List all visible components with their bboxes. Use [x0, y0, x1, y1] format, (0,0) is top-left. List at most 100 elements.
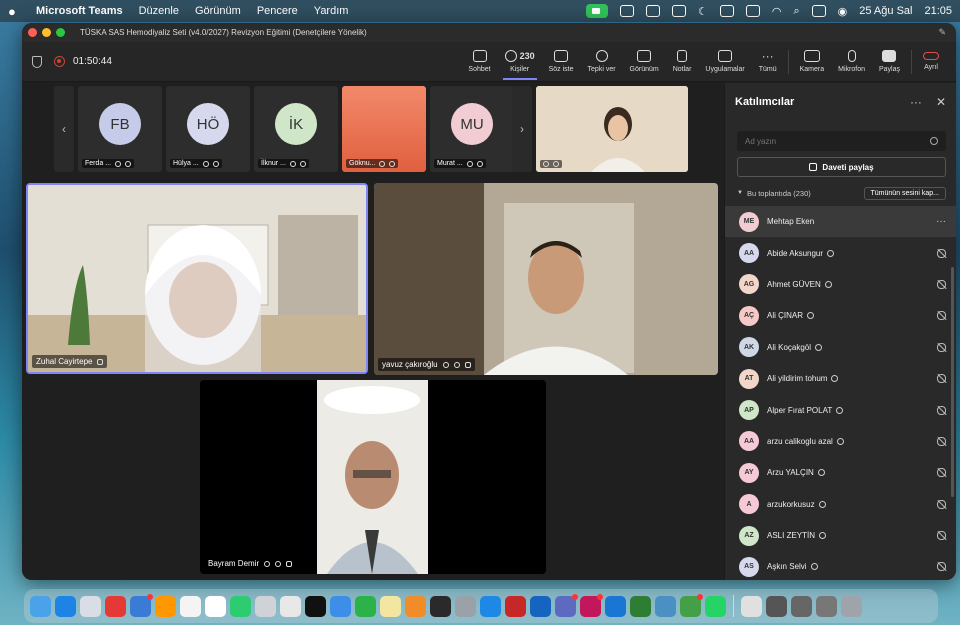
- notes-button[interactable]: Notlar: [666, 42, 699, 82]
- participant-row[interactable]: ME Mehtap Eken ···: [725, 206, 956, 238]
- mail-icon[interactable]: [130, 593, 153, 617]
- word-icon[interactable]: [605, 595, 626, 617]
- menu-edit[interactable]: Düzenle: [139, 5, 179, 17]
- chevron-down-icon[interactable]: ▼: [737, 190, 743, 196]
- participant-more-icon[interactable]: ···: [936, 216, 946, 227]
- strip-prev-button[interactable]: ‹: [54, 86, 74, 172]
- numbers-icon[interactable]: [355, 595, 376, 617]
- participant-row[interactable]: AA arzu calikoglu azal: [725, 426, 956, 457]
- mic-off-icon[interactable]: [937, 531, 946, 541]
- share-button[interactable]: Paylaş: [872, 42, 907, 82]
- strip-tile[interactable]: HÖ Hülya ...: [166, 86, 250, 172]
- share-invite-button[interactable]: Daveti paylaş: [737, 157, 946, 177]
- mic-off-icon[interactable]: [937, 279, 946, 289]
- camera-button[interactable]: Kamera: [793, 42, 832, 82]
- close-window-button[interactable]: [28, 28, 37, 37]
- tv-icon[interactable]: [305, 595, 326, 617]
- stocks-icon[interactable]: [430, 595, 451, 617]
- strip-tile[interactable]: MU Murat ...: [430, 86, 514, 172]
- zoom-window-button[interactable]: [56, 28, 65, 37]
- mic-button[interactable]: Mikrofon: [831, 42, 872, 82]
- app-status-icon[interactable]: [671, 5, 686, 17]
- strip-tile[interactable]: İK İlknur ...: [254, 86, 338, 172]
- mic-off-icon[interactable]: [937, 468, 946, 478]
- participant-row[interactable]: AA Abide Aksungur: [725, 237, 956, 268]
- facetime-icon[interactable]: [230, 595, 251, 617]
- reminders-icon[interactable]: [280, 595, 301, 617]
- close-icon[interactable]: ✕: [936, 95, 946, 109]
- finder-icon[interactable]: [30, 595, 51, 617]
- window-thumbnail-icon[interactable]: [766, 595, 787, 617]
- menu-help[interactable]: Yardım: [314, 5, 349, 17]
- search-input[interactable]: [745, 136, 930, 146]
- participant-row[interactable]: AG Ahmet GÜVEN: [725, 269, 956, 300]
- calendar-icon[interactable]: [205, 595, 226, 617]
- mic-off-icon[interactable]: [937, 499, 946, 509]
- outlook-icon[interactable]: [530, 595, 551, 617]
- app-menu[interactable]: Microsoft Teams: [36, 5, 123, 17]
- display-icon[interactable]: [745, 5, 760, 17]
- photos-icon[interactable]: [155, 595, 176, 617]
- leave-button[interactable]: Ayrıl: [916, 42, 946, 82]
- participant-row[interactable]: AÇ Ali ÇINAR: [725, 300, 956, 331]
- chrome-icon[interactable]: [180, 595, 201, 617]
- app-z-icon[interactable]: [105, 595, 126, 617]
- pdf-app-icon[interactable]: [505, 595, 526, 617]
- camera-status-icon[interactable]: [645, 5, 660, 17]
- whatsapp-icon[interactable]: [705, 595, 726, 617]
- excel-icon[interactable]: [630, 595, 651, 617]
- siri-icon[interactable]: ◉: [838, 5, 848, 18]
- status-icon[interactable]: [619, 5, 634, 17]
- participant-row[interactable]: Aarzukorkusuz: [725, 489, 956, 520]
- chat-button[interactable]: Sohbet: [461, 42, 497, 82]
- mic-off-icon[interactable]: [937, 342, 946, 352]
- window-icon[interactable]: [719, 5, 734, 17]
- panel-more-icon[interactable]: ···: [910, 95, 922, 109]
- appstore-icon[interactable]: [480, 595, 501, 617]
- powerpoint-icon[interactable]: [580, 593, 603, 617]
- contacts-icon[interactable]: [255, 595, 276, 617]
- participant-row[interactable]: AZ ASLI ZEYTİN: [725, 520, 956, 551]
- video-tile-bayram[interactable]: Bayram Demir: [200, 380, 546, 574]
- window-thumbnail-icon[interactable]: [816, 595, 837, 617]
- facetime-camera-icon[interactable]: [585, 4, 608, 18]
- participant-row[interactable]: AY Arzu YALÇIN: [725, 457, 956, 488]
- apple-icon[interactable]: ●: [8, 4, 22, 19]
- window-thumbnail-icon[interactable]: [791, 595, 812, 617]
- mic-off-icon[interactable]: [937, 405, 946, 415]
- keynote-icon[interactable]: [330, 595, 351, 617]
- more-button[interactable]: ··· Tümü: [752, 42, 784, 82]
- minimize-window-button[interactable]: [42, 28, 51, 37]
- document-thumbnail-icon[interactable]: [741, 595, 762, 617]
- video-tile-zuhal[interactable]: Zuhal Cayirtepe: [26, 183, 368, 374]
- mute-all-button[interactable]: Tümünün sesini kap...: [863, 186, 946, 200]
- menu-window[interactable]: Pencere: [257, 5, 298, 17]
- safari-icon[interactable]: [55, 595, 76, 617]
- notes-app-icon[interactable]: [380, 595, 401, 617]
- menubar-date[interactable]: 25 Ağu Sal: [859, 5, 912, 17]
- strip-next-button[interactable]: ›: [512, 86, 532, 172]
- mic-off-icon[interactable]: [937, 311, 946, 321]
- participant-row[interactable]: AP Alper Fırat POLAT: [725, 394, 956, 425]
- mic-off-icon[interactable]: [937, 248, 946, 258]
- pin-icon[interactable]: ✎: [938, 27, 946, 38]
- control-center-icon[interactable]: [811, 5, 826, 17]
- strip-tile[interactable]: FB Ferda ...: [78, 86, 162, 172]
- wifi-icon[interactable]: ◠: [772, 5, 782, 18]
- participant-row[interactable]: AK Ali Koçakgöl: [725, 332, 956, 363]
- scrollbar[interactable]: [951, 267, 954, 497]
- mic-off-icon[interactable]: [937, 436, 946, 446]
- teams-icon[interactable]: [555, 593, 578, 617]
- apps-button[interactable]: Uygulamalar: [698, 42, 751, 82]
- view-button[interactable]: Görünüm: [623, 42, 666, 82]
- moon-icon[interactable]: ☾: [698, 5, 708, 18]
- pages-icon[interactable]: [405, 595, 426, 617]
- menubar-time[interactable]: 21:05: [924, 5, 952, 17]
- participant-row[interactable]: AS Aşkın Selvi: [725, 551, 956, 580]
- strip-tile[interactable]: Göknu...: [342, 86, 426, 172]
- participant-row[interactable]: AT Ali yildirim tohum: [725, 363, 956, 394]
- mic-off-icon[interactable]: [937, 374, 946, 384]
- mic-off-icon[interactable]: [937, 562, 946, 572]
- video-tile-yavuz[interactable]: yavuz çakıroğlu: [374, 183, 718, 375]
- shield-icon[interactable]: [32, 55, 42, 68]
